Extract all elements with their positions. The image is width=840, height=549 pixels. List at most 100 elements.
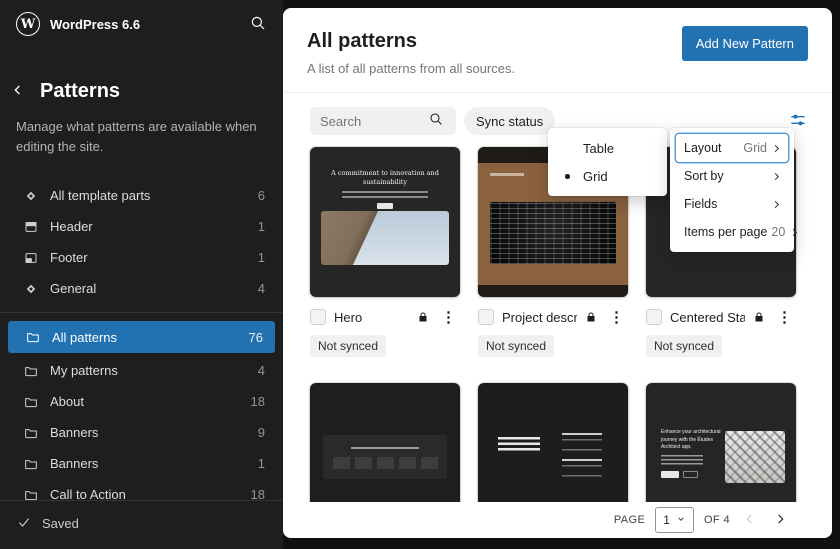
chevron-right-icon — [771, 199, 782, 210]
sync-status-badge: Not synced — [310, 335, 386, 357]
pattern-thumbnail-logos[interactable] — [310, 383, 460, 513]
chevron-left-icon — [742, 511, 758, 530]
thumb-button-placeholder — [661, 471, 679, 478]
pattern-actions-menu-button[interactable]: ⋮ — [437, 310, 460, 325]
sidebar-item-banners[interactable]: Banners 9 — [0, 417, 283, 448]
pattern-checkbox[interactable] — [310, 309, 326, 325]
pattern-actions-menu-button[interactable]: ⋮ — [605, 310, 628, 325]
menu-item-grid[interactable]: Grid — [554, 162, 661, 190]
page-subtitle: A list of all patterns from all sources. — [307, 61, 808, 76]
menu-item-table[interactable]: Table — [554, 134, 661, 162]
view-options-menu: Layout Grid Sort by Fields — [670, 128, 794, 252]
sidebar-item-label: My patterns — [50, 363, 118, 378]
sync-status-badge: Not synced — [478, 335, 554, 357]
footer-block-icon — [22, 249, 40, 267]
thumb-bottom-bar — [478, 285, 628, 297]
sidebar-item-my-patterns[interactable]: My patterns 4 — [0, 355, 283, 386]
menu-item-fields[interactable]: Fields — [676, 190, 788, 218]
search-field[interactable] — [320, 114, 428, 129]
menu-item-layout[interactable]: Layout Grid — [676, 134, 788, 162]
search-input[interactable] — [310, 107, 456, 135]
pattern-thumbnail-hero[interactable]: A commitment to innovation and sustainab… — [310, 147, 460, 297]
sidebar-item-banners-2[interactable]: Banners 1 — [0, 448, 283, 479]
current-page: 1 — [663, 513, 670, 527]
pattern-checkbox[interactable] — [646, 309, 662, 325]
sidebar-item-label: Banners — [50, 456, 98, 471]
page-label: PAGE — [614, 514, 645, 526]
sidebar-item-header[interactable]: Header 1 — [0, 211, 283, 242]
pattern-checkbox[interactable] — [478, 309, 494, 325]
save-status-label: Saved — [42, 516, 79, 531]
thumb-hero-heading: A commitment to innovation and sustainab… — [329, 169, 441, 187]
item-count: 4 — [258, 281, 265, 296]
thumb-button-placeholder — [683, 471, 698, 478]
pattern-title: Project descr... — [502, 310, 577, 325]
pattern-title: Centered Sta... — [670, 310, 745, 325]
menu-item-sort-by[interactable]: Sort by — [676, 162, 788, 190]
sidebar-item-footer[interactable]: Footer 1 — [0, 242, 283, 273]
search-icon — [249, 14, 267, 35]
thumb-text-placeholder — [342, 191, 428, 198]
pattern-thumbnail-columns[interactable] — [478, 383, 628, 513]
panel-header: All patterns A list of all patterns from… — [283, 8, 832, 92]
sidebar-item-label: About — [50, 394, 84, 409]
chevron-left-icon — [10, 82, 26, 101]
chevron-down-icon — [676, 513, 686, 527]
menu-item-items-per-page[interactable]: Items per page 20 — [676, 218, 788, 246]
folder-icon — [22, 393, 40, 411]
page-select[interactable]: 1 — [655, 507, 694, 533]
card-meta-row: Centered Sta... ⋮ — [646, 307, 796, 327]
sidebar-item-all-patterns[interactable]: All patterns 76 — [8, 321, 275, 353]
previous-page-button[interactable] — [740, 509, 760, 532]
template-parts-icon — [22, 280, 40, 298]
item-count: 9 — [258, 425, 265, 440]
menu-item-label: Grid — [583, 169, 608, 184]
sidebar-nav: All template parts 6 Header 1 Footer 1 — [0, 180, 283, 510]
item-count: 6 — [258, 188, 265, 203]
menu-item-label: Table — [583, 141, 614, 156]
sidebar-item-all-template-parts[interactable]: All template parts 6 — [0, 180, 283, 211]
menu-item-value: Grid — [743, 141, 767, 155]
item-count: 18 — [251, 394, 265, 409]
thumb-bullet-placeholders — [661, 455, 703, 466]
item-count: 1 — [258, 250, 265, 265]
folder-icon — [22, 424, 40, 442]
menu-item-label: Sort by — [684, 169, 763, 183]
chevron-right-icon — [771, 171, 782, 182]
menu-item-label: Layout — [684, 141, 739, 155]
pattern-card: Enhance your architectural journey with … — [646, 383, 796, 513]
thumb-text-column — [562, 433, 602, 451]
card-meta-row: Project descr... ⋮ — [478, 307, 628, 327]
search-button[interactable] — [249, 14, 267, 35]
thumb-heading-placeholder — [498, 437, 540, 451]
card-meta-row: Hero ⋮ — [310, 307, 460, 327]
chevron-right-icon — [772, 511, 788, 530]
pagination-bar: PAGE 1 OF 4 — [283, 502, 832, 538]
thumb-text-placeholder — [490, 173, 524, 176]
thumb-text-placeholder — [351, 447, 419, 449]
pattern-card-hero: A commitment to innovation and sustainab… — [310, 147, 460, 357]
wordpress-logo-icon[interactable]: W — [16, 12, 40, 36]
menu-item-value: 20 — [771, 225, 785, 239]
back-button[interactable] — [10, 82, 26, 101]
layout-submenu: Table Grid — [548, 128, 667, 196]
thumb-buttons — [661, 471, 698, 478]
pattern-actions-menu-button[interactable]: ⋮ — [773, 310, 796, 325]
folder-icon — [24, 328, 42, 346]
sidebar-item-general[interactable]: General 4 — [0, 273, 283, 304]
pattern-card — [478, 383, 628, 513]
pattern-title: Hero — [334, 310, 409, 325]
pattern-thumbnail-app[interactable]: Enhance your architectural journey with … — [646, 383, 796, 513]
next-page-button[interactable] — [770, 509, 790, 532]
sidebar-item-label: General — [50, 281, 96, 296]
thumb-grid-structure-photo — [725, 431, 785, 483]
sidebar-header: W WordPress 6.6 — [0, 0, 283, 48]
sidebar-item-label: Footer — [50, 250, 88, 265]
item-count: 4 — [258, 363, 265, 378]
app-title: WordPress 6.6 — [50, 17, 239, 32]
sidebar-item-about[interactable]: About 18 — [0, 386, 283, 417]
add-new-pattern-button[interactable]: Add New Pattern — [682, 26, 808, 61]
menu-item-label: Fields — [684, 197, 763, 211]
sync-status-filter-button[interactable]: Sync status — [464, 107, 555, 135]
thumb-building-photo — [490, 202, 616, 264]
